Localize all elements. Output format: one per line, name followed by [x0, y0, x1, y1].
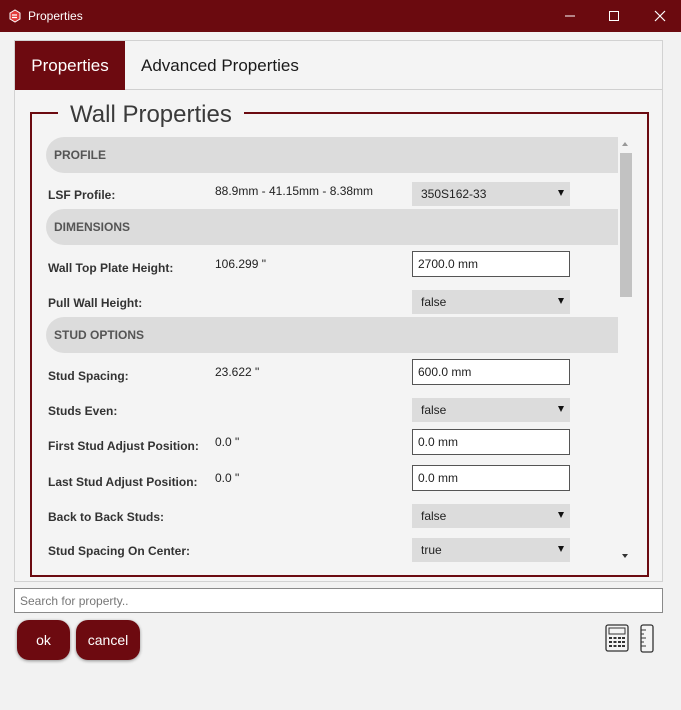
section-label: DIMENSIONS: [54, 220, 131, 234]
last-stud-adjust-input[interactable]: 0.0 mm: [412, 465, 570, 491]
close-button[interactable]: [637, 0, 681, 32]
scrollbar-thumb[interactable]: [620, 153, 632, 297]
minimize-icon: [565, 15, 575, 17]
input-value: 0.0 mm: [418, 435, 459, 449]
calculator-icon[interactable]: [605, 624, 629, 652]
vertical-scrollbar[interactable]: [619, 138, 633, 566]
sketchup-app-icon: [9, 9, 21, 23]
maximize-button[interactable]: [591, 0, 637, 32]
minimize-button[interactable]: [547, 0, 593, 32]
title-bar: Properties: [0, 0, 681, 32]
close-icon: [654, 10, 666, 22]
window-title: Properties: [28, 9, 83, 23]
dropdown-arrow-icon: [558, 190, 564, 196]
scroll-down-icon[interactable]: [622, 554, 628, 558]
search-input[interactable]: [15, 589, 662, 612]
maximize-icon: [609, 11, 619, 21]
select-value: true: [421, 543, 442, 557]
wall-properties-group: PROFILE LSF Profile: 88.9mm - 41.15mm - …: [30, 101, 649, 577]
last-stud-adjust-label: Last Stud Adjust Position:: [48, 475, 198, 489]
dropdown-arrow-icon: [558, 406, 564, 412]
stud-spacing-on-center-select[interactable]: true: [412, 538, 570, 562]
pull-wall-height-select[interactable]: false: [412, 290, 570, 314]
group-title: Wall Properties: [58, 101, 244, 129]
stud-spacing-info: 23.622 ": [215, 365, 260, 379]
ruler-icon[interactable]: [639, 624, 655, 653]
tab-bar: Properties Advanced Properties: [15, 41, 662, 90]
section-stud-options: STUD OPTIONS: [46, 317, 618, 353]
section-label: PROFILE: [54, 148, 107, 162]
properties-scroll-area[interactable]: PROFILE LSF Profile: 88.9mm - 41.15mm - …: [32, 114, 647, 575]
first-stud-adjust-label: First Stud Adjust Position:: [48, 439, 199, 453]
wall-top-plate-height-info: 106.299 ": [215, 257, 266, 271]
wall-top-plate-height-label: Wall Top Plate Height:: [48, 261, 174, 275]
first-stud-adjust-input[interactable]: 0.0 mm: [412, 429, 570, 455]
stud-spacing-on-center-label: Stud Spacing On Center:: [48, 544, 191, 558]
select-value: 350S162-33: [421, 187, 487, 201]
dropdown-arrow-icon: [558, 298, 564, 304]
section-dimensions: DIMENSIONS: [46, 209, 618, 245]
wall-top-plate-height-input[interactable]: 2700.0 mm: [412, 251, 570, 277]
input-value: 2700.0 mm: [418, 257, 479, 271]
studs-even-label: Studs Even:: [48, 404, 118, 418]
ok-button[interactable]: ok: [17, 620, 70, 660]
dropdown-arrow-icon: [558, 512, 564, 518]
dropdown-arrow-icon: [558, 546, 564, 552]
tab-advanced-properties[interactable]: Advanced Properties: [141, 41, 299, 90]
lsf-profile-select[interactable]: 350S162-33: [412, 182, 570, 206]
studs-even-select[interactable]: false: [412, 398, 570, 422]
search-field[interactable]: [14, 588, 663, 613]
select-value: false: [421, 403, 447, 417]
pull-wall-height-label: Pull Wall Height:: [48, 296, 143, 310]
properties-panel: Properties Advanced Properties PROFILE L…: [14, 40, 663, 582]
section-profile: PROFILE: [46, 137, 618, 173]
back-to-back-studs-label: Back to Back Studs:: [48, 510, 165, 524]
scroll-up-icon[interactable]: [622, 142, 628, 146]
first-stud-adjust-info: 0.0 ": [215, 435, 240, 449]
last-stud-adjust-info: 0.0 ": [215, 471, 240, 485]
tab-properties[interactable]: Properties: [15, 41, 125, 90]
lsf-profile-info: 88.9mm - 41.15mm - 8.38mm: [215, 184, 374, 198]
stud-spacing-label: Stud Spacing:: [48, 369, 129, 383]
section-label: STUD OPTIONS: [54, 328, 145, 342]
stud-spacing-input[interactable]: 600.0 mm: [412, 359, 570, 385]
select-value: false: [421, 509, 447, 523]
input-value: 0.0 mm: [418, 471, 459, 485]
back-to-back-studs-select[interactable]: false: [412, 504, 570, 528]
input-value: 600.0 mm: [418, 365, 472, 379]
cancel-button[interactable]: cancel: [76, 620, 140, 660]
lsf-profile-label: LSF Profile:: [48, 188, 116, 202]
select-value: false: [421, 295, 447, 309]
